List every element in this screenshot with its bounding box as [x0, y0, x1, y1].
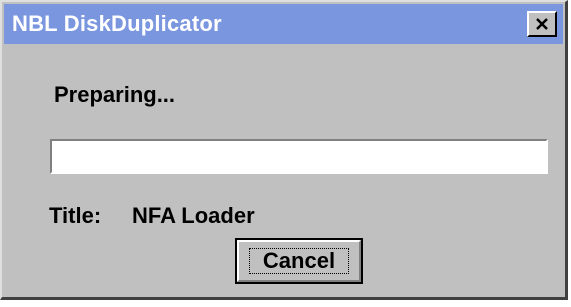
cancel-button-bevel: Cancel	[237, 240, 361, 282]
title-value: NFA Loader	[132, 203, 255, 228]
status-text: Preparing...	[54, 82, 176, 107]
cancel-button-label: Cancel	[249, 248, 349, 274]
dialog-window: NBL DiskDuplicator Preparing... Title: N…	[0, 0, 568, 300]
close-button[interactable]	[527, 11, 557, 37]
title-label: Title:	[49, 203, 102, 228]
title-bar[interactable]: NBL DiskDuplicator	[4, 4, 563, 44]
window-title: NBL DiskDuplicator	[12, 11, 222, 36]
close-icon	[536, 18, 548, 30]
cancel-button[interactable]: Cancel	[235, 238, 363, 284]
progress-bar	[50, 139, 548, 174]
